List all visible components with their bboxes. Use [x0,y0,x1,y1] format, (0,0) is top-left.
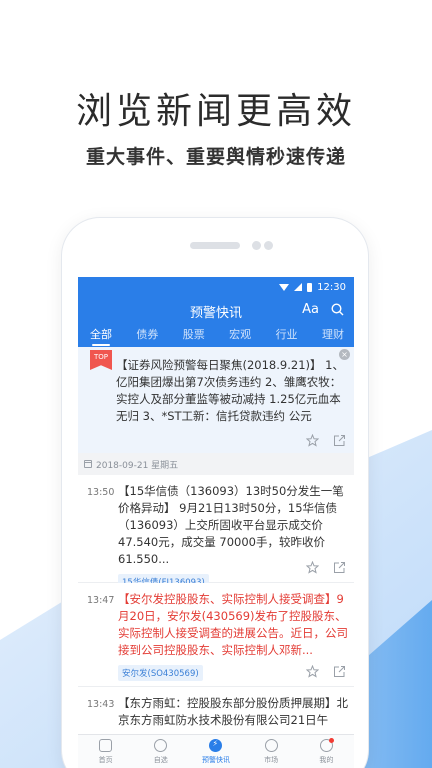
news-item[interactable]: 13:50 【15华信债（136093）13时50分发生一笔价格异动】 9月21… [78,475,354,590]
phone-sensor-dot [264,241,273,250]
nav-watchlist[interactable]: 自选 [136,739,186,765]
promo-subline: 重大事件、重要舆情秒速传递 [85,146,346,168]
close-icon[interactable]: × [339,349,350,360]
battery-icon [307,282,313,292]
star-icon[interactable] [306,434,319,447]
news-text: 【15华信债（136093）13时50分发生一笔价格异动】 9月21日13时50… [118,484,344,566]
date-text: 2018-09-21 星期五 [96,460,179,471]
home-icon [99,739,113,752]
status-bar: 12:30 [78,277,354,297]
news-time: 13:43 [87,699,115,710]
eye-icon [154,739,168,752]
status-time: 12:30 [317,281,346,293]
tab-stocks[interactable]: 股票 [183,325,205,342]
promo-headline: 浏览新闻更高效 [75,91,356,132]
top-news-card[interactable]: TOP × 【证券风险预警每日聚焦(2018.9.21)】 1、亿阳集团爆出第7… [78,347,354,453]
category-tabs: 全部 债券 股票 宏观 行业 理财 [78,325,354,347]
tab-all[interactable]: 全部 [90,325,112,346]
notification-dot [328,738,334,743]
share-icon[interactable] [333,665,346,678]
search-icon[interactable] [331,303,344,316]
star-icon[interactable] [306,561,319,574]
news-time: 13:47 [87,595,115,606]
compass-icon [264,739,278,752]
signal-icon [294,283,303,291]
bottom-nav: 首页 自选 预警快讯 市场 我的 [78,734,354,768]
nav-alerts[interactable]: 预警快讯 [191,739,241,765]
news-tag[interactable]: 安尔发(SO430569) [118,665,203,681]
news-text: 【安尔发控股股东、实际控制人接受调查】9月20日，安尔发(430569)发布了控… [118,592,348,657]
app-header: 12:30 预警快讯 Aa 全部 债券 股票 宏观 行业 理财 [78,277,354,347]
app-screen: 12:30 预警快讯 Aa 全部 债券 股票 宏观 行业 理财 TOP × 【证… [78,277,354,768]
page-title: 预警快讯 [189,305,242,321]
nav-home[interactable]: 首页 [81,739,131,765]
date-header: 2018-09-21 星期五 [78,453,354,475]
top-news-text: 【证券风险预警每日聚焦(2018.9.21)】 1、亿阳集团爆出第7次债务违约 … [116,358,344,423]
nav-market[interactable]: 市场 [246,739,296,765]
phone-speaker [190,242,240,249]
user-icon [319,738,334,752]
news-text: 【东方雨虹：控股股东部分股份质押展期】北京东方雨虹防水技术股份有限公司21日午 [118,696,348,727]
share-icon[interactable] [333,561,346,574]
news-time: 13:50 [87,487,115,498]
news-item[interactable]: 13:47 【安尔发控股股东、实际控制人接受调查】9月20日，安尔发(43056… [78,583,354,687]
wifi-icon [279,283,290,291]
nav-label: 预警快讯 [201,756,230,764]
tab-industry[interactable]: 行业 [276,325,298,342]
tab-macro[interactable]: 宏观 [229,325,251,342]
font-size-button[interactable]: Aa [302,302,319,317]
share-icon[interactable] [333,434,346,447]
tab-bonds[interactable]: 债券 [136,325,158,342]
tab-wealth[interactable]: 理财 [322,325,344,342]
phone-camera-dot [252,241,261,250]
calendar-icon [84,460,92,468]
nav-label: 我的 [319,756,334,764]
nav-label: 自选 [153,756,168,764]
nav-label: 首页 [98,756,113,764]
title-bar: 预警快讯 Aa [78,297,354,325]
lightning-icon [209,739,223,752]
nav-label: 市场 [264,756,279,764]
nav-profile[interactable]: 我的 [301,738,351,765]
star-icon[interactable] [306,665,319,678]
